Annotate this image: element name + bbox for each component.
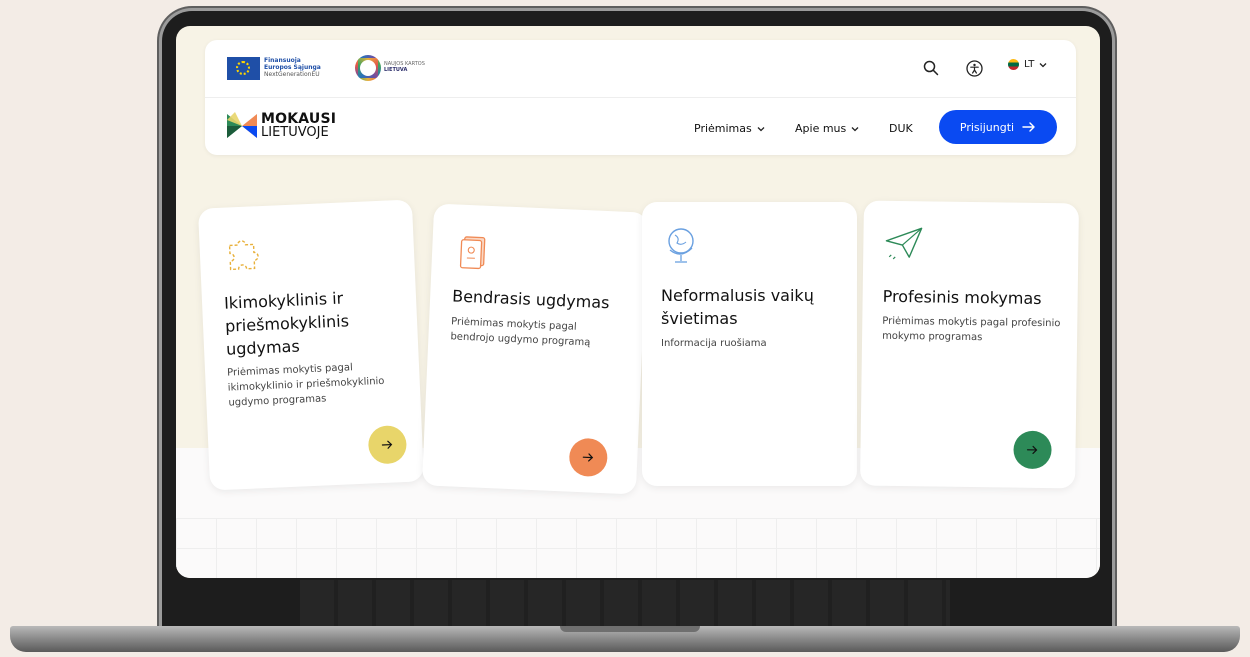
mokausi-butterfly-logo-icon	[227, 112, 257, 138]
eu-funding-label: Finansuoja Europos Sąjunga NextGeneratio…	[264, 57, 334, 78]
language-label: LT	[1024, 59, 1035, 70]
laptop-screen: Finansuoja Europos Sąjunga NextGeneratio…	[176, 26, 1100, 578]
paper-plane-icon	[885, 227, 923, 260]
accessibility-icon	[965, 59, 983, 77]
eu-flag-icon	[227, 57, 260, 80]
search-icon	[923, 60, 939, 76]
nav-faq[interactable]: DUK	[889, 122, 913, 135]
card-arrow-button[interactable]	[568, 437, 609, 478]
language-selector[interactable]: LT	[1008, 59, 1047, 70]
nav-admissions-label: Priėmimas	[694, 122, 752, 135]
globe-icon	[668, 228, 694, 263]
nav-about[interactable]: Apie mus	[795, 122, 859, 135]
lithuania-flag-icon	[1008, 59, 1019, 70]
laptop-keyboard-reflection	[300, 580, 950, 626]
nav-admissions[interactable]: Priėmimas	[694, 122, 765, 135]
card-preschool-education[interactable]: Ikimokyklinis ir priešmokyklinis ugdymas…	[197, 199, 425, 491]
arrow-right-icon	[381, 440, 393, 449]
laptop-notch	[560, 626, 700, 632]
card-title: Profesinis mokymas	[882, 286, 1042, 309]
site-logo[interactable]: MOKAUSI LIETUVOJE	[227, 112, 336, 140]
card-title: Neformalusis vaikų švietimas	[661, 286, 814, 328]
book-icon	[459, 236, 486, 270]
logo-wordmark: MOKAUSI LIETUVOJE	[261, 112, 336, 140]
card-title: Ikimokyklinis ir priešmokyklinis ugdymas	[223, 288, 350, 359]
header-top-bar: Finansuoja Europos Sąjunga NextGeneratio…	[205, 40, 1076, 98]
logo-line-2: LIETUVOJE	[261, 125, 329, 140]
login-button-label: Prisijungti	[959, 120, 1015, 134]
card-subtitle: Priėmimas mokytis pagal bendrojo ugdymo …	[450, 316, 591, 349]
card-vocational-training[interactable]: Profesinis mokymas Priėmimas mokytis pag…	[860, 200, 1079, 489]
nav-about-label: Apie mus	[795, 122, 847, 135]
card-arrow-button[interactable]	[1013, 430, 1052, 470]
arrow-right-icon	[582, 453, 594, 462]
login-button[interactable]: Prisijungti	[939, 110, 1057, 144]
page-grid-background	[176, 518, 1100, 578]
accessibility-button[interactable]	[964, 58, 984, 78]
card-non-formal-education[interactable]: Neformalusis vaikų švietimas Informacija…	[642, 202, 857, 486]
ngl-label: NAUJOS KARTOS LIETUVA	[384, 61, 444, 73]
card-subtitle: Priėmimas mokytis pagal ikimokyklinio ir…	[226, 362, 385, 409]
arrow-right-icon	[1026, 445, 1038, 454]
search-button[interactable]	[921, 58, 941, 78]
chevron-down-icon	[1039, 62, 1047, 67]
card-title: Bendrasis ugdymas	[451, 286, 610, 313]
arrow-right-icon	[1022, 122, 1035, 132]
ngl-line-2: LIETUVA	[384, 67, 408, 73]
card-subtitle: Priėmimas mokytis pagal profesinio mokym…	[882, 315, 1061, 344]
eu-funding-line-3: NextGenerationEU	[264, 71, 320, 78]
nav-faq-label: DUK	[889, 122, 913, 135]
naujos-kartos-lietuva-logo-icon[interactable]	[355, 55, 381, 81]
chevron-down-icon	[757, 126, 765, 131]
chevron-down-icon	[851, 126, 859, 131]
puzzle-icon	[228, 240, 259, 271]
eu-funding-line-2: Europos Sąjunga	[264, 64, 321, 71]
eu-funding-line-1: Finansuoja	[264, 57, 301, 64]
card-arrow-button[interactable]	[367, 424, 408, 465]
card-general-education[interactable]: Bendrasis ugdymas Priėmimas mokytis paga…	[421, 203, 649, 495]
card-subtitle: Informacija ruošiama	[661, 338, 767, 349]
site-header: Finansuoja Europos Sąjunga NextGeneratio…	[205, 40, 1076, 155]
